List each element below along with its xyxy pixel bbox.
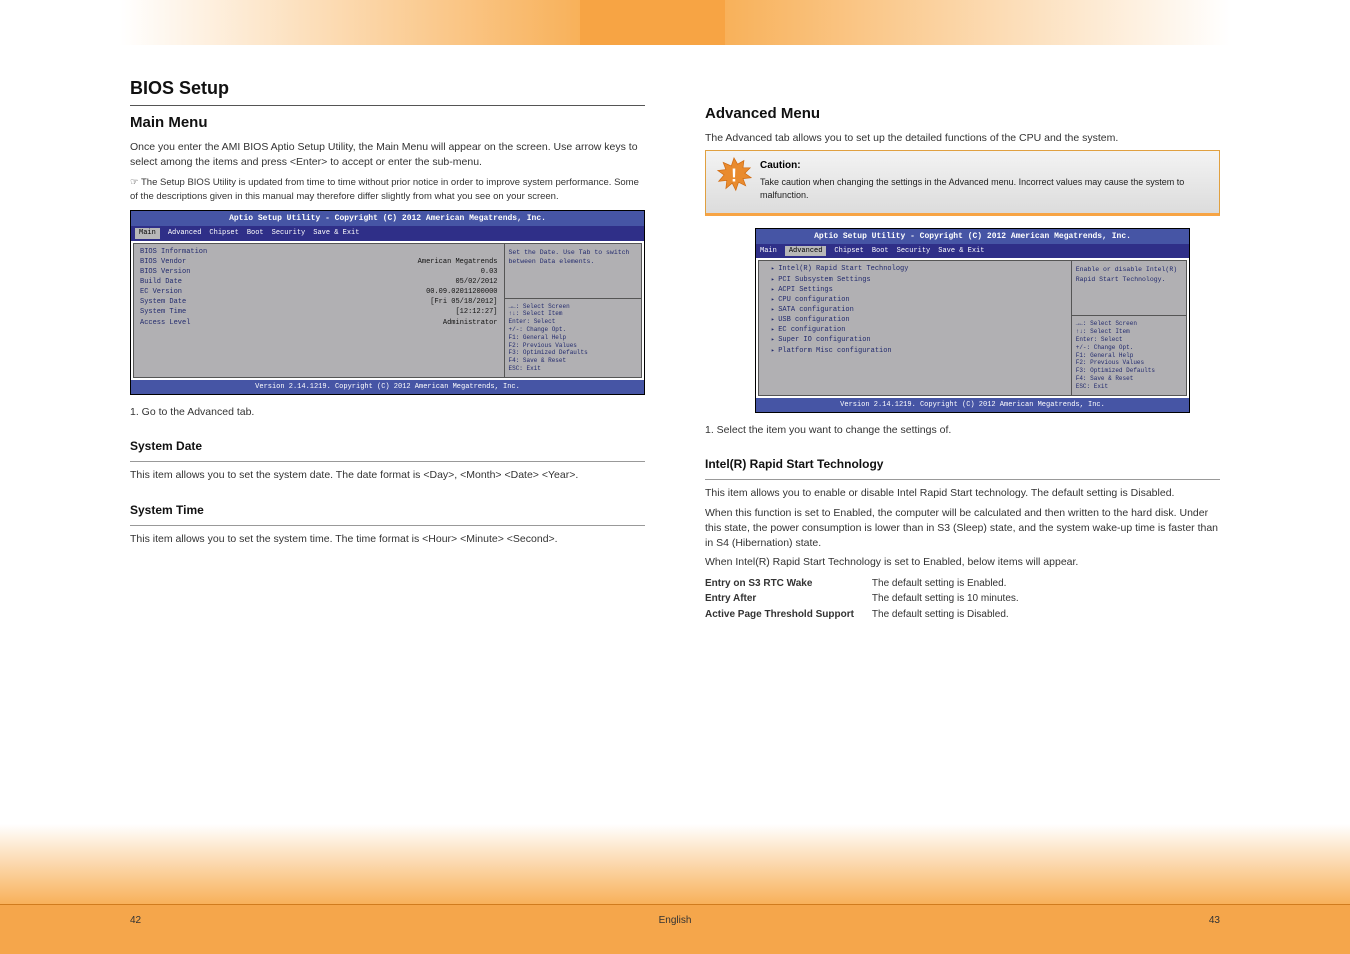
step-1: 1. Go to the Advanced tab. bbox=[130, 405, 645, 420]
bios-main-pane: Intel(R) Rapid Start TechnologyPCI Subsy… bbox=[759, 261, 1071, 394]
advanced-intro: The Advanced tab allows you to set up th… bbox=[705, 131, 1220, 146]
divider bbox=[130, 105, 645, 106]
bios-footer: Version 2.14.1219. Copyright (C) 2012 Am… bbox=[756, 398, 1189, 412]
caution-box: ! Caution: Take caution when changing th… bbox=[705, 150, 1220, 216]
caution-burst-icon: ! bbox=[716, 157, 752, 193]
intro-paragraph: Once you enter the AMI BIOS Aptio Setup … bbox=[130, 140, 645, 170]
left-column: BIOS Setup Main Menu Once you enter the … bbox=[130, 75, 645, 623]
section-heading-main-menu: Main Menu bbox=[130, 112, 645, 134]
right-column: Advanced Menu The Advanced tab allows yo… bbox=[705, 75, 1220, 623]
irst-desc-1: This item allows you to enable or disabl… bbox=[705, 486, 1220, 501]
bios-tab-boot: Boot bbox=[872, 246, 889, 256]
bios-tab-main: Main bbox=[760, 246, 777, 256]
bios-main-pane: BIOS InformationBIOS VendorAmerican Mega… bbox=[134, 244, 504, 377]
system-date-description: This item allows you to set the system d… bbox=[130, 468, 645, 483]
bios-tabs: Main Advanced Chipset Boot Security Save… bbox=[756, 244, 1189, 258]
bios-tabs: Main Advanced Chipset Boot Security Save… bbox=[131, 226, 644, 240]
footer-bar: 42 English 43 bbox=[0, 904, 1350, 954]
footer-fade bbox=[0, 824, 1350, 904]
header-fade-right bbox=[725, 0, 1230, 45]
bios-tab-security: Security bbox=[272, 228, 306, 238]
bios-help-pane: Enable or disable Intel(R) Rapid Start T… bbox=[1071, 261, 1186, 316]
divider bbox=[130, 461, 645, 462]
heading-system-time: System Time bbox=[130, 502, 645, 519]
top-header-band bbox=[120, 0, 1230, 45]
divider bbox=[705, 479, 1220, 480]
bios-tab-main: Main bbox=[135, 228, 160, 238]
header-tab-center bbox=[580, 0, 725, 45]
bios-title: Aptio Setup Utility - Copyright (C) 2012… bbox=[756, 229, 1189, 245]
bios-screenshot-advanced: Aptio Setup Utility - Copyright (C) 2012… bbox=[755, 228, 1190, 413]
bios-screenshot-main: Aptio Setup Utility - Copyright (C) 2012… bbox=[130, 210, 645, 395]
irst-desc-2: When this function is set to Enabled, th… bbox=[705, 506, 1220, 552]
defaults-table: Entry on S3 RTC WakeThe default setting … bbox=[705, 577, 1037, 624]
footer-language: English bbox=[659, 915, 692, 926]
bios-tab-chipset: Chipset bbox=[209, 228, 238, 238]
bios-tab-saveexit: Save & Exit bbox=[313, 228, 359, 238]
caution-title: Caution: bbox=[760, 159, 1209, 174]
heading-system-date: System Date bbox=[130, 438, 645, 455]
svg-text:!: ! bbox=[731, 165, 737, 185]
bios-tab-chipset: Chipset bbox=[834, 246, 863, 256]
note-paragraph: ☞ The Setup BIOS Utility is updated from… bbox=[130, 176, 645, 204]
irst-desc-3: When Intel(R) Rapid Start Technology is … bbox=[705, 555, 1220, 570]
page-number-left: 42 bbox=[130, 915, 141, 926]
bios-nav-pane: →←: Select Screen↑↓: Select ItemEnter: S… bbox=[504, 299, 642, 377]
bios-tab-boot: Boot bbox=[247, 228, 264, 238]
bios-tab-advanced: Advanced bbox=[168, 228, 202, 238]
section-heading-advanced: Advanced Menu bbox=[705, 103, 1220, 125]
divider bbox=[130, 525, 645, 526]
bios-nav-pane: →←: Select Screen↑↓: Select ItemEnter: S… bbox=[1071, 316, 1186, 394]
bios-footer: Version 2.14.1219. Copyright (C) 2012 Am… bbox=[131, 380, 644, 394]
page-number-right: 43 bbox=[1209, 915, 1220, 926]
bios-help-pane: Set the Date. Use Tab to switch between … bbox=[504, 244, 642, 299]
bios-title: Aptio Setup Utility - Copyright (C) 2012… bbox=[131, 211, 644, 227]
bios-tab-security: Security bbox=[897, 246, 931, 256]
header-fade-left bbox=[120, 0, 580, 45]
bios-tab-saveexit: Save & Exit bbox=[938, 246, 984, 256]
step-1-right: 1. Select the item you want to change th… bbox=[705, 423, 1220, 438]
system-time-description: This item allows you to set the system t… bbox=[130, 532, 645, 547]
caution-body: Take caution when changing the settings … bbox=[760, 176, 1209, 200]
page-title-left: BIOS Setup bbox=[130, 75, 645, 101]
heading-irst: Intel(R) Rapid Start Technology bbox=[705, 456, 1220, 473]
bios-tab-advanced: Advanced bbox=[785, 246, 827, 256]
